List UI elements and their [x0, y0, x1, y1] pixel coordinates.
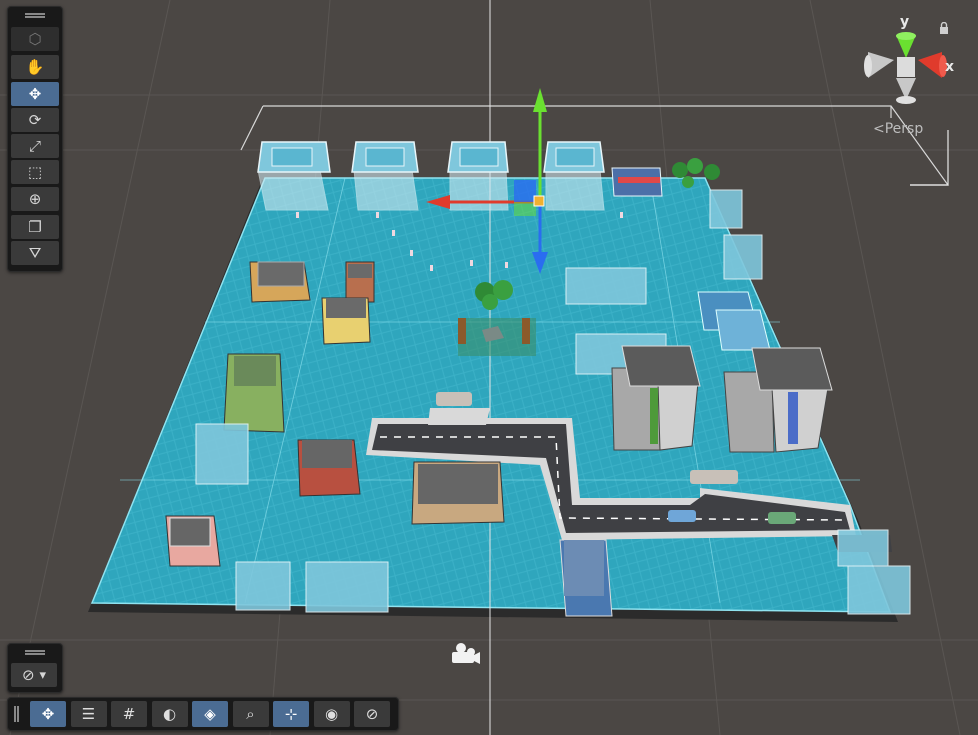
hand-tool-button[interactable]: ✋ — [11, 55, 59, 79]
compass-icon: ⊘ — [365, 704, 379, 723]
rotate-tool-button[interactable]: ⟳ — [11, 108, 59, 132]
lock-icon[interactable] — [939, 22, 949, 34]
chevron-down-icon: ▾ — [39, 667, 47, 683]
shading-toggle-button[interactable]: ◐ — [151, 701, 188, 727]
move-icon: ✥ — [41, 704, 55, 723]
shop-building[interactable] — [611, 167, 663, 197]
transform-icon: ⊕ — [28, 189, 42, 208]
town-hall[interactable] — [411, 461, 505, 525]
grid-icon: # — [122, 704, 136, 723]
view-tool-button[interactable]: ⬡ — [11, 27, 59, 51]
chevron-left-icon: < — [873, 121, 885, 137]
rect-tool-button[interactable]: ⬚ — [11, 160, 59, 184]
layers-icon: ◈ — [204, 704, 216, 723]
gizmo-x-label: x — [945, 59, 955, 75]
scale-tool-button[interactable]: ⤢ — [11, 134, 59, 158]
move-tool-button[interactable]: ✥ — [11, 82, 59, 106]
glass-building-1[interactable] — [257, 141, 331, 211]
grid-toggle-button[interactable]: # — [111, 701, 147, 727]
bottom-overlay-toolbar[interactable]: ✥ ☰ # ◐ ◈ ⌕ ⊹ ◉ ⊘ — [7, 697, 399, 731]
panel-grip-handle[interactable] — [25, 13, 45, 18]
red-brick-building[interactable] — [297, 439, 361, 497]
custom-tool-icon: ❐ — [28, 217, 42, 236]
pivot-toggle-button[interactable]: ☰ — [70, 701, 107, 727]
hand-icon: ✋ — [25, 57, 45, 76]
snap-toggle-button[interactable]: ⊹ — [273, 701, 309, 727]
orientation-dropdown[interactable]: ⊘ ▾ — [11, 663, 57, 687]
rotate-icon: ⟳ — [28, 110, 42, 129]
yellow-cafe[interactable] — [321, 297, 371, 345]
projection-label: Persp — [884, 121, 924, 137]
compass-icon: ⊘ — [21, 665, 35, 684]
orientation-gizmo[interactable] — [864, 32, 947, 104]
gizmo-toggle-button[interactable]: ◈ — [192, 701, 228, 727]
transform-tool-button[interactable]: ⊕ — [11, 187, 59, 211]
nav-toggle-button[interactable]: ⊘ — [354, 701, 390, 727]
orientation-overlay[interactable]: ⊘ ▾ — [7, 643, 63, 693]
glass-building-4[interactable] — [543, 141, 605, 211]
scale-icon: ⤢ — [28, 136, 41, 155]
cube-icon: ⬡ — [28, 29, 42, 48]
tools-overlay[interactable]: ⬡ ✋ ✥ ⟳ ⤢ ⬚ ⊕ ❐ ⛛ — [7, 6, 63, 272]
component-tool-icon: ⛛ — [28, 243, 42, 262]
toolbar-grip-handle[interactable] — [14, 706, 19, 722]
scene-camera-icon[interactable] — [452, 643, 480, 664]
move-handle-toggle-button[interactable]: ✥ — [30, 701, 66, 727]
glass-building-3[interactable] — [447, 141, 509, 211]
panel-grip-handle[interactable] — [25, 650, 45, 655]
camera-toggle-button[interactable]: ◉ — [313, 701, 350, 727]
orange-house[interactable] — [249, 261, 311, 303]
search-icon: ⌕ — [246, 704, 255, 723]
search-toggle-button[interactable]: ⌕ — [232, 701, 269, 727]
shading-icon: ◐ — [162, 704, 177, 723]
blue-store-front[interactable] — [559, 539, 613, 617]
projection-toggle[interactable]: <Persp — [873, 121, 923, 137]
gizmo-y-label: y — [900, 14, 910, 30]
component-tool-button[interactable]: ⛛ — [11, 241, 59, 265]
green-apartments[interactable] — [223, 353, 285, 433]
rect-icon: ⬚ — [27, 162, 43, 181]
green-tower[interactable] — [611, 345, 701, 451]
pink-house[interactable] — [165, 515, 221, 567]
snap-icon: ⊹ — [284, 704, 298, 723]
glass-building-2[interactable] — [351, 141, 419, 211]
sliders-icon: ☰ — [81, 704, 96, 723]
custom-tool-button[interactable]: ❐ — [11, 215, 59, 239]
scene-viewport[interactable] — [0, 0, 978, 735]
move-icon: ✥ — [28, 84, 42, 103]
small-shop-left[interactable] — [345, 261, 375, 303]
camera-icon: ◉ — [324, 704, 339, 723]
